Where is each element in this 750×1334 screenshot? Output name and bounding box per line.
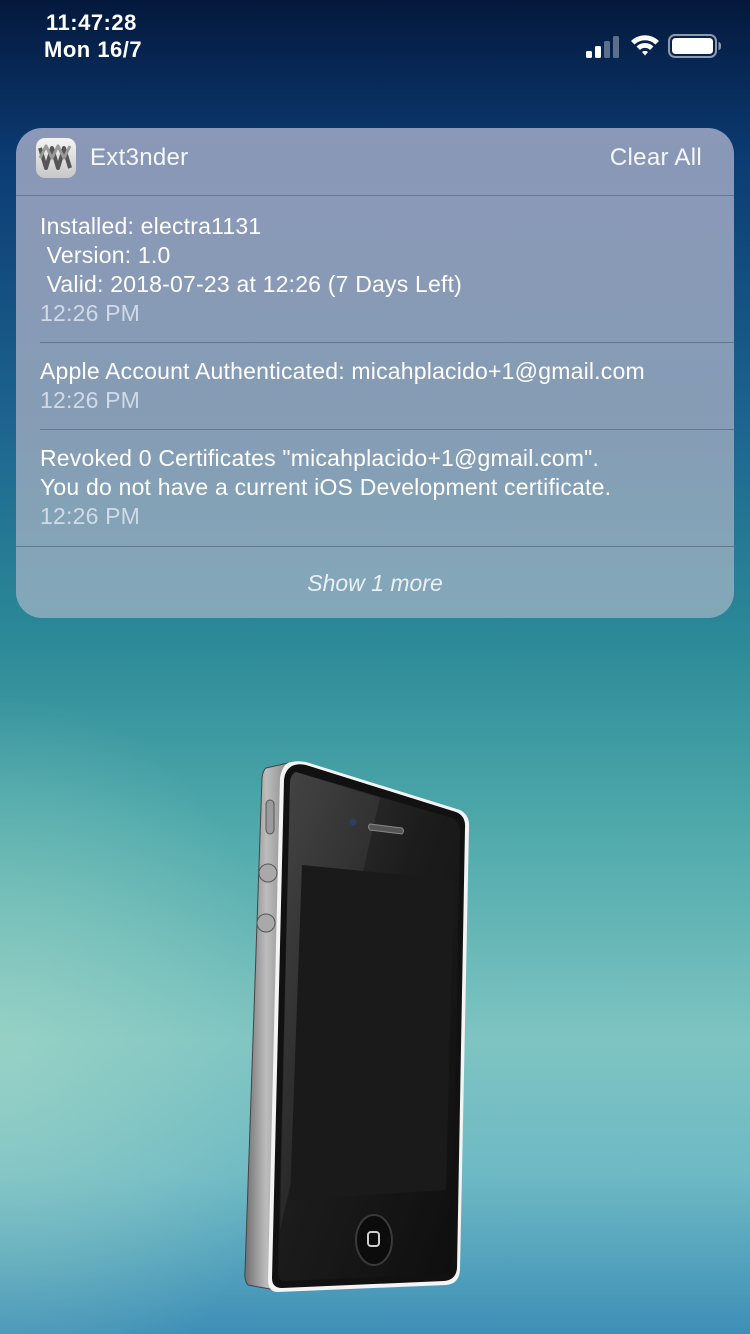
show-more-button[interactable]: Show 1 more — [16, 548, 734, 618]
wallpaper-phone-illustration — [240, 760, 480, 1300]
notification-entry[interactable]: Revoked 0 Certificates "micahplacido+1@g… — [40, 444, 734, 531]
cellular-signal-icon — [586, 36, 619, 58]
clear-all-button[interactable]: Clear All — [610, 144, 702, 172]
notification-entry[interactable]: Apple Account Authenticated: micahplacid… — [40, 357, 734, 415]
clock-date: Mon 16/7 — [44, 37, 143, 62]
divider — [16, 546, 734, 547]
notification-card[interactable]: Ext3nder Clear All Installed: electra113… — [16, 128, 734, 618]
entry-timestamp: 12:26 PM — [40, 503, 141, 529]
battery-icon — [668, 34, 721, 58]
entry-text: Installed: electra1131 — [40, 213, 262, 239]
divider — [40, 342, 734, 343]
divider — [40, 429, 734, 430]
entry-text: Revoked 0 Certificates "micahplacido+1@g… — [40, 445, 600, 471]
entry-text: Apple Account Authenticated: micahplacid… — [40, 358, 645, 384]
notification-entry[interactable]: Installed: electra1131 Version: 1.0 Vali… — [40, 212, 734, 328]
notification-header: Ext3nder Clear All — [16, 128, 734, 196]
app-name: Ext3nder — [90, 144, 189, 171]
entry-text: Valid: 2018-07-23 at 12:26 (7 Days Left) — [40, 271, 463, 297]
status-bar: 11:47:28 Mon 16/7 — [0, 0, 750, 70]
ext3nder-app-icon — [36, 138, 76, 178]
entry-text: Version: 1.0 — [40, 242, 171, 268]
entry-timestamp: 12:26 PM — [40, 387, 141, 413]
entry-text: You do not have a current iOS Developmen… — [40, 474, 612, 500]
wifi-icon — [631, 35, 659, 56]
clock-time: 11:47:28 — [46, 10, 137, 35]
entry-timestamp: 12:26 PM — [40, 300, 141, 326]
